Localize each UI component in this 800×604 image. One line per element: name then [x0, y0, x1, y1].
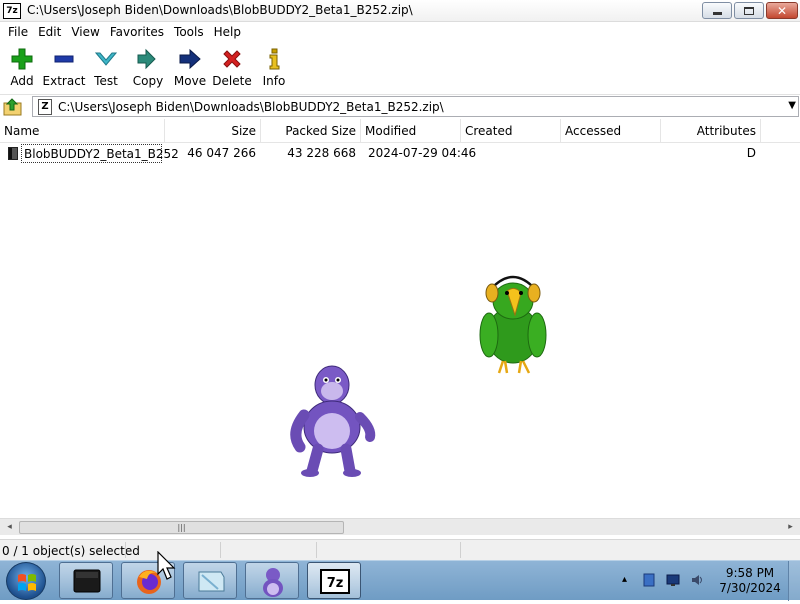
address-path: C:\Users\Joseph Biden\Downloads\BlobBUDD…: [58, 100, 444, 114]
taskbar-7zip-app[interactable]: 7z: [307, 562, 361, 599]
maximize-button[interactable]: [734, 2, 764, 19]
column-modified[interactable]: Modified: [361, 119, 461, 143]
terminal-icon: [73, 569, 101, 593]
copy-button[interactable]: Copy: [127, 42, 169, 94]
plus-icon: [11, 48, 33, 70]
taskbar-screenshot-app[interactable]: [183, 562, 237, 599]
close-button[interactable]: ✕: [766, 2, 798, 19]
start-button[interactable]: [6, 562, 46, 600]
column-packed-size[interactable]: Packed Size: [261, 119, 361, 143]
delete-button[interactable]: Delete: [211, 42, 253, 94]
arrow-right-icon: [179, 48, 201, 70]
row-accessed: [568, 144, 663, 163]
menu-favorites[interactable]: Favorites: [105, 25, 169, 39]
column-size[interactable]: Size: [165, 119, 261, 143]
taskbar: 7z ▴ 9:58 PM 7/30/2024: [0, 560, 800, 601]
row-size: 46 047 266: [187, 146, 256, 160]
address-field[interactable]: Z C:\Users\Joseph Biden\Downloads\BlobBU…: [32, 96, 799, 117]
up-folder-button[interactable]: [3, 97, 23, 117]
table-row[interactable]: BlobBUDDY2_Beta1_B252 46 047 266 43 228 …: [0, 144, 800, 163]
parrot-character[interactable]: [477, 269, 549, 379]
status-separator: [460, 542, 461, 558]
info-button[interactable]: Info: [253, 42, 295, 94]
7zip-icon: 7z: [320, 569, 350, 594]
horizontal-scrollbar[interactable]: ◂ ||| ▸: [0, 518, 800, 535]
check-chevron-icon: [95, 48, 117, 70]
status-separator: [125, 542, 126, 558]
add-label: Add: [10, 74, 34, 88]
bonzibuddy-icon: [263, 568, 283, 597]
tray-expand-icon[interactable]: ▴: [622, 574, 627, 585]
status-separator: [220, 542, 221, 558]
file-list: Name Size Packed Size Modified Created A…: [0, 119, 800, 537]
move-button[interactable]: Move: [169, 42, 211, 94]
move-label: Move: [173, 74, 207, 88]
address-bar: Z C:\Users\Joseph Biden\Downloads\BlobBU…: [0, 94, 800, 118]
column-header: Name Size Packed Size Modified Created A…: [0, 119, 800, 143]
extract-label: Extract: [42, 74, 86, 88]
dropdown-arrow-icon[interactable]: ▼: [788, 100, 796, 111]
minimize-icon: [712, 12, 722, 15]
mouse-cursor-icon: [157, 551, 176, 580]
toolbar: Add Extract Test Copy Move Delete Info: [0, 42, 800, 94]
windows-logo-icon: [18, 574, 36, 591]
scroll-right-icon[interactable]: ▸: [782, 519, 799, 536]
up-folder-icon: [3, 98, 22, 116]
info-label: Info: [262, 74, 286, 88]
menu-edit[interactable]: Edit: [33, 25, 66, 39]
copy-label: Copy: [132, 74, 164, 88]
close-icon: ✕: [776, 3, 788, 18]
taskbar-terminal-app[interactable]: [59, 562, 113, 599]
column-accessed[interactable]: Accessed: [561, 119, 661, 143]
menu-help[interactable]: Help: [209, 25, 246, 39]
row-created: [468, 144, 563, 163]
menu-view[interactable]: View: [66, 25, 104, 39]
x-icon: [221, 48, 243, 70]
show-desktop-button[interactable]: [788, 561, 800, 601]
status-bar: 0 / 1 object(s) selected: [0, 539, 800, 560]
folder-icon: [8, 147, 18, 160]
column-created[interactable]: Created: [461, 119, 561, 143]
clock-date: 7/30/2024: [719, 581, 781, 595]
column-name[interactable]: Name: [0, 119, 165, 143]
bonzibuddy-character[interactable]: [288, 363, 378, 478]
delete-label: Delete: [212, 74, 252, 88]
info-icon: [263, 48, 285, 70]
menu-tools[interactable]: Tools: [169, 25, 209, 39]
taskbar-bonzibuddy-app[interactable]: [245, 562, 299, 599]
row-packed-size: 43 228 668: [287, 146, 356, 160]
column-attributes[interactable]: Attributes: [661, 119, 761, 143]
status-text: 0 / 1 object(s) selected: [2, 544, 140, 558]
tray-network-icon[interactable]: [642, 573, 656, 587]
row-modified: 2024-07-29 04:46: [368, 146, 477, 160]
test-label: Test: [94, 74, 118, 88]
row-name[interactable]: BlobBUDDY2_Beta1_B252: [21, 144, 179, 163]
add-button[interactable]: Add: [1, 42, 43, 94]
tray-monitor-icon[interactable]: [666, 573, 680, 587]
zip-archive-icon: Z: [38, 99, 52, 115]
minus-icon: [53, 48, 75, 70]
tray-volume-icon[interactable]: [690, 573, 704, 587]
extract-button[interactable]: Extract: [42, 42, 86, 94]
taskbar-clock[interactable]: 9:58 PM 7/30/2024: [716, 566, 784, 596]
scroll-thumb[interactable]: |||: [19, 521, 344, 534]
7zip-logo-icon: 7z: [3, 3, 21, 19]
title-bar: 7z C:\Users\Joseph Biden\Downloads\BlobB…: [0, 0, 800, 22]
test-button[interactable]: Test: [85, 42, 127, 94]
clock-time: 9:58 PM: [725, 566, 775, 580]
status-separator: [316, 542, 317, 558]
maximize-icon: [744, 6, 754, 15]
window-title: C:\Users\Joseph Biden\Downloads\BlobBUDD…: [27, 3, 413, 17]
minimize-button[interactable]: [702, 2, 732, 19]
double-arrow-icon: [137, 48, 159, 70]
row-attributes: D: [746, 146, 756, 160]
svg-text:7z: 7z: [327, 576, 344, 591]
scroll-left-icon[interactable]: ◂: [1, 519, 18, 536]
screenshot-icon: [198, 571, 225, 592]
menu-bar: File Edit View Favorites Tools Help: [0, 22, 800, 42]
menu-file[interactable]: File: [3, 25, 33, 39]
